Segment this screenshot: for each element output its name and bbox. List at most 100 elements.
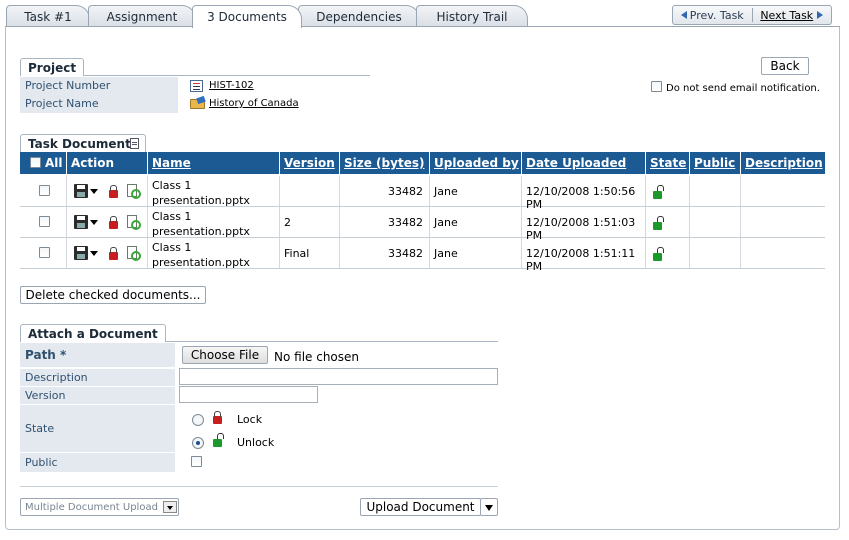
document-name[interactable]: Class 1 — [152, 241, 191, 254]
choose-file-button[interactable]: Choose File — [182, 346, 268, 364]
chevron-down-icon — [485, 505, 493, 511]
table-row: Class 1 presentation.pptx 2 33482 Jane 12… — [20, 207, 825, 242]
row-version-cell: Final — [279, 238, 339, 268]
upload-options-dropdown[interactable] — [480, 498, 498, 516]
header-name[interactable]: Name — [147, 152, 279, 174]
row-version-cell — [279, 176, 339, 206]
lock-radio[interactable] — [192, 414, 204, 426]
table-row: Class 1 presentation.pptx 33482 Jane 12/1… — [20, 176, 825, 211]
save-icon[interactable] — [74, 215, 88, 229]
header-date-uploaded[interactable]: Date Uploaded — [521, 152, 645, 174]
row-description-cell — [740, 207, 825, 237]
chevron-down-icon[interactable] — [90, 189, 98, 194]
row-uploader-cell: Jane — [429, 238, 521, 268]
back-button[interactable]: Back — [761, 57, 809, 75]
document-version: Final — [284, 247, 310, 260]
header-action: Action — [66, 152, 146, 174]
row-public-cell — [689, 207, 740, 237]
row-uploader-cell: Jane — [429, 207, 521, 237]
prev-task-label: Prev. Task — [689, 8, 744, 22]
documents-table-header: All Action Name Version Size (bytes) Upl… — [20, 152, 825, 174]
lock-icon[interactable] — [109, 247, 118, 260]
multiple-upload-dropdown[interactable]: Multiple Document Upload — [20, 498, 179, 516]
project-name-link[interactable]: History of Canada — [209, 98, 299, 109]
save-icon[interactable] — [74, 246, 88, 260]
attach-section-label: Attach a Document — [20, 324, 166, 342]
header-state[interactable]: State — [645, 152, 689, 174]
chevron-down-icon[interactable] — [90, 220, 98, 225]
unlocked-icon[interactable] — [653, 216, 664, 230]
header-uploaded-by[interactable]: Uploaded by — [429, 152, 521, 174]
row-name-cell: Class 1 presentation.pptx — [147, 176, 279, 207]
version-input[interactable] — [179, 386, 318, 403]
row-name-cell: Class 1 presentation.pptx — [147, 207, 279, 238]
description-input[interactable] — [179, 368, 498, 385]
lock-option-label: Lock — [237, 413, 263, 426]
unlocked-icon[interactable] — [653, 247, 664, 261]
tab-assignment[interactable]: Assignment — [88, 5, 196, 27]
public-checkbox[interactable] — [191, 456, 202, 467]
document-refresh-icon[interactable] — [127, 184, 141, 199]
header-size[interactable]: Size (bytes) — [339, 152, 427, 174]
project-list-icon — [190, 80, 203, 92]
row-date-cell: 12/10/2008 1:51:03 PM — [521, 207, 645, 242]
tab-dependencies[interactable]: Dependencies — [298, 5, 420, 27]
row-checkbox[interactable] — [39, 247, 50, 258]
tab-bar-border — [5, 26, 192, 27]
document-date: 12/10/2008 1:51:11 PM — [526, 247, 636, 273]
header-public[interactable]: Public — [689, 152, 740, 174]
row-checkbox[interactable] — [39, 216, 50, 227]
description-label: Description — [20, 369, 175, 387]
document-version: 2 — [284, 216, 291, 229]
row-state-cell — [645, 207, 689, 237]
chevron-down-icon — [163, 501, 177, 513]
tab-bar-border — [302, 26, 840, 27]
row-action-cell — [66, 238, 147, 268]
header-version[interactable]: Version — [279, 152, 339, 174]
tab-label: Task #1 — [24, 9, 72, 24]
document-uploader: Jane — [434, 216, 458, 229]
row-state-cell — [645, 238, 689, 268]
next-task-button[interactable]: Next Task — [753, 6, 832, 24]
version-label: Version — [20, 387, 175, 405]
row-uploader-cell: Jane — [429, 176, 521, 206]
lock-icon[interactable] — [109, 216, 118, 229]
row-date-cell: 12/10/2008 1:51:11 PM — [521, 238, 645, 273]
tab-task[interactable]: Task #1 — [6, 5, 90, 27]
state-label: State — [20, 405, 175, 453]
row-size-cell: 33482 — [339, 238, 429, 268]
row-public-cell — [689, 176, 740, 206]
save-icon[interactable] — [74, 184, 88, 198]
row-name-cell: Class 1 presentation.pptx — [147, 238, 279, 269]
document-name[interactable]: Class 1 — [152, 210, 191, 223]
header-description[interactable]: Description — [740, 152, 825, 174]
project-section-label: Project — [20, 58, 85, 76]
document-refresh-icon[interactable] — [127, 215, 141, 230]
no-file-chosen-text: No file chosen — [274, 350, 360, 364]
upload-document-button[interactable]: Upload Document — [360, 498, 481, 516]
multiple-upload-label: Multiple Document Upload — [25, 501, 158, 513]
prev-task-button[interactable]: Prev. Task — [673, 6, 752, 24]
row-checkbox[interactable] — [39, 185, 50, 196]
document-refresh-icon[interactable] — [127, 246, 141, 261]
unlocked-icon[interactable] — [653, 185, 664, 199]
row-state-cell — [645, 176, 689, 206]
delete-checked-button[interactable]: Delete checked documents... — [20, 286, 206, 304]
header-select-all[interactable]: All — [20, 152, 64, 174]
tab-history-trail[interactable]: History Trail — [416, 5, 528, 27]
tab-documents[interactable]: 3 Documents — [192, 5, 302, 28]
unlock-radio[interactable] — [192, 437, 204, 449]
document-name-cont[interactable]: presentation.pptx — [152, 225, 250, 238]
document-name-cont[interactable]: presentation.pptx — [152, 256, 250, 269]
lock-icon[interactable] — [109, 185, 118, 198]
document-name[interactable]: Class 1 — [152, 179, 191, 192]
chevron-down-icon[interactable] — [90, 251, 98, 256]
lock-icon — [213, 411, 222, 424]
select-all-checkbox[interactable] — [30, 157, 41, 168]
document-size: 33482 — [388, 185, 423, 198]
row-date-cell: 12/10/2008 1:50:56 PM — [521, 176, 645, 211]
document-name-cont[interactable]: presentation.pptx — [152, 194, 250, 207]
unlock-option-label: Unlock — [237, 436, 275, 449]
email-notification-checkbox[interactable] — [651, 81, 662, 92]
project-number-link[interactable]: HIST-102 — [209, 80, 254, 91]
